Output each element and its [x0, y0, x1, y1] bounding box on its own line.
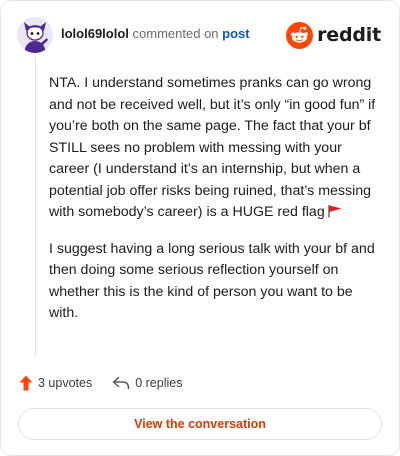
- comment-attribution: lolol69lolol commented on post: [61, 26, 250, 42]
- username-link[interactable]: lolol69lolol: [61, 26, 129, 41]
- view-conversation-button[interactable]: View the conversation: [18, 408, 382, 440]
- reddit-wordmark: reddit: [317, 24, 381, 46]
- comment-actions: 3 upvotes 0 replies: [19, 373, 202, 393]
- upvote-count: 3 upvotes: [38, 376, 93, 390]
- comment-body: NTA. I understand sometimes pranks can g…: [49, 73, 379, 338]
- comment-header: lolol69lolol commented on post reddit: [17, 17, 383, 53]
- upvote-arrow-icon: [19, 375, 33, 391]
- snoo-avatar-icon[interactable]: [17, 17, 53, 53]
- thread-line: [35, 57, 36, 357]
- reply-arrow-icon: [112, 376, 130, 390]
- upvote-button[interactable]: 3 upvotes: [19, 375, 92, 391]
- reply-button[interactable]: 0 replies: [112, 376, 182, 390]
- post-link[interactable]: post: [222, 26, 249, 41]
- commented-on-text: commented on: [132, 26, 219, 41]
- comment-paragraph: NTA. I understand sometimes pranks can g…: [49, 73, 379, 226]
- reddit-logo[interactable]: reddit: [286, 20, 381, 50]
- reply-count: 0 replies: [135, 376, 183, 390]
- comment-paragraph: I suggest having a long serious talk wit…: [49, 239, 379, 325]
- reddit-snoo-icon: [286, 21, 314, 49]
- comment-paragraph-text: NTA. I understand sometimes pranks can g…: [49, 75, 376, 220]
- comment-embed-card: lolol69lolol commented on post reddit NT…: [0, 0, 400, 456]
- red-flag-icon: [327, 204, 343, 226]
- comment-paragraph-text: I suggest having a long serious talk wit…: [49, 240, 375, 322]
